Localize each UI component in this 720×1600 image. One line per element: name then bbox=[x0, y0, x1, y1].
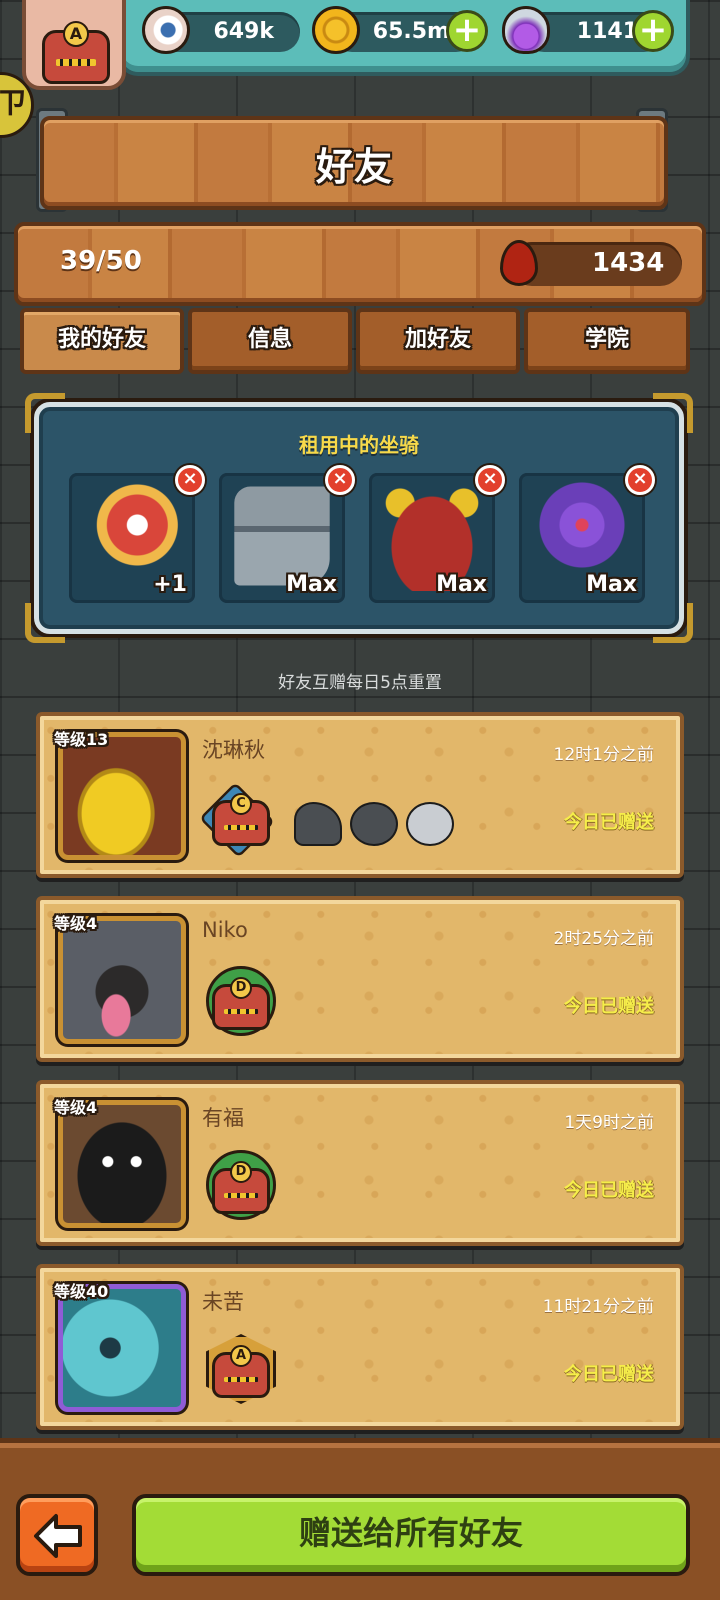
mount-slot-4[interactable]: Max × bbox=[519, 465, 655, 603]
mount-slot-2[interactable]: Max × bbox=[219, 465, 355, 603]
friend-monster-icon: A bbox=[212, 1345, 270, 1398]
stats-bar: 39/50 1434 bbox=[14, 222, 706, 306]
daily-reset-note: 好友互赠每日5点重置 bbox=[278, 673, 442, 693]
friend-monster-icon: D bbox=[212, 977, 270, 1030]
friend-name: 沈琳秋 bbox=[202, 738, 265, 762]
friend-monster-icon: C bbox=[212, 793, 270, 846]
friend-rank-badge: C bbox=[230, 793, 252, 815]
tab-add-friend[interactable]: 加好友 bbox=[356, 308, 520, 374]
remove-mount-button[interactable]: × bbox=[175, 465, 205, 495]
mount-level: Max bbox=[436, 572, 487, 597]
title-board: 好友 bbox=[40, 116, 668, 210]
friend-card[interactable]: 等级13 沈琳秋 12时1分之前 今日已赠送 C bbox=[36, 712, 684, 878]
add-potions-button[interactable]: + bbox=[632, 10, 674, 52]
gift-status: 今日已赠送 bbox=[564, 1180, 654, 1201]
friend-level: 等级40 bbox=[54, 1282, 109, 1301]
last-online: 1天9时之前 bbox=[564, 1113, 654, 1133]
friend-rank-badge: D bbox=[230, 1161, 252, 1183]
page-title: 好友 bbox=[315, 145, 392, 189]
eyeball-icon bbox=[142, 6, 190, 54]
friend-card[interactable]: 等级40 未苦 11时21分之前 今日已赠送 A bbox=[36, 1264, 684, 1430]
pet-icon bbox=[406, 802, 454, 846]
friend-level: 等级13 bbox=[54, 730, 109, 749]
friend-count: 39/50 bbox=[60, 246, 142, 276]
arrow-left-icon bbox=[34, 1514, 82, 1558]
friend-name: 未苦 bbox=[202, 1290, 244, 1314]
friend-monster-icon: D bbox=[212, 1161, 270, 1214]
mount-level: Max bbox=[286, 572, 337, 597]
player-avatar[interactable]: A bbox=[22, 0, 126, 90]
back-button[interactable] bbox=[16, 1494, 98, 1576]
last-online: 11时21分之前 bbox=[542, 1297, 654, 1317]
gift-status: 今日已赠送 bbox=[564, 996, 654, 1017]
mount-level: Max bbox=[586, 572, 637, 597]
shadow-avatar bbox=[58, 1100, 186, 1228]
friend-level: 等级4 bbox=[54, 914, 98, 933]
friend-card[interactable]: 等级4 有福 1天9时之前 今日已赠送 D bbox=[36, 1080, 684, 1246]
friend-card[interactable]: 等级4 Niko 2时25分之前 今日已赠送 D bbox=[36, 896, 684, 1062]
player-monster-icon: A bbox=[42, 21, 110, 84]
friend-name: Niko bbox=[202, 918, 248, 942]
mount-level: +1 bbox=[153, 572, 187, 597]
coins-count: 65.5m bbox=[372, 19, 450, 44]
resource-bar: 649k 65.5m + 1141 + bbox=[118, 0, 690, 76]
tab-messages[interactable]: 信息 bbox=[188, 308, 352, 374]
beehive-avatar bbox=[58, 732, 186, 860]
blood-count: 1434 bbox=[592, 248, 665, 278]
potions-count: 1141 bbox=[576, 19, 638, 44]
friend-rank-badge: D bbox=[230, 977, 252, 999]
rented-mounts-title: 租用中的坐骑 bbox=[299, 433, 419, 457]
send-to-all-button[interactable]: 赠送给所有好友 bbox=[132, 1494, 690, 1576]
add-coins-button[interactable]: + bbox=[446, 10, 488, 52]
gift-status: 今日已赠送 bbox=[564, 1364, 654, 1385]
mount-slot-1[interactable]: +1 × bbox=[69, 465, 205, 603]
blue-slime-avatar bbox=[58, 1284, 186, 1412]
remove-mount-button[interactable]: × bbox=[625, 465, 655, 495]
friend-name: 有福 bbox=[202, 1106, 244, 1130]
eyes-count: 649k bbox=[213, 19, 274, 44]
remove-mount-button[interactable]: × bbox=[475, 465, 505, 495]
remove-mount-button[interactable]: × bbox=[325, 465, 355, 495]
tab-my-friends[interactable]: 我的好友 bbox=[20, 308, 184, 374]
rented-mounts-panel: 租用中的坐骑 +1 × Max × Max × Max × bbox=[25, 393, 693, 643]
mecha-cannon-mount-icon bbox=[234, 486, 330, 586]
tab-academy[interactable]: 学院 bbox=[524, 308, 690, 374]
player-rank-badge: A bbox=[63, 21, 89, 47]
gift-status: 今日已赠送 bbox=[564, 812, 654, 833]
last-online: 12时1分之前 bbox=[553, 745, 654, 765]
pet-icon bbox=[350, 802, 398, 846]
last-online: 2时25分之前 bbox=[553, 929, 654, 949]
friend-level: 等级4 bbox=[54, 1098, 98, 1117]
rock-golem-avatar bbox=[58, 916, 186, 1044]
mount-slot-3[interactable]: Max × bbox=[369, 465, 505, 603]
potion-icon bbox=[502, 6, 550, 54]
coin-icon bbox=[312, 6, 360, 54]
pet-icon bbox=[294, 802, 342, 846]
friend-rank-badge: A bbox=[230, 1345, 252, 1367]
